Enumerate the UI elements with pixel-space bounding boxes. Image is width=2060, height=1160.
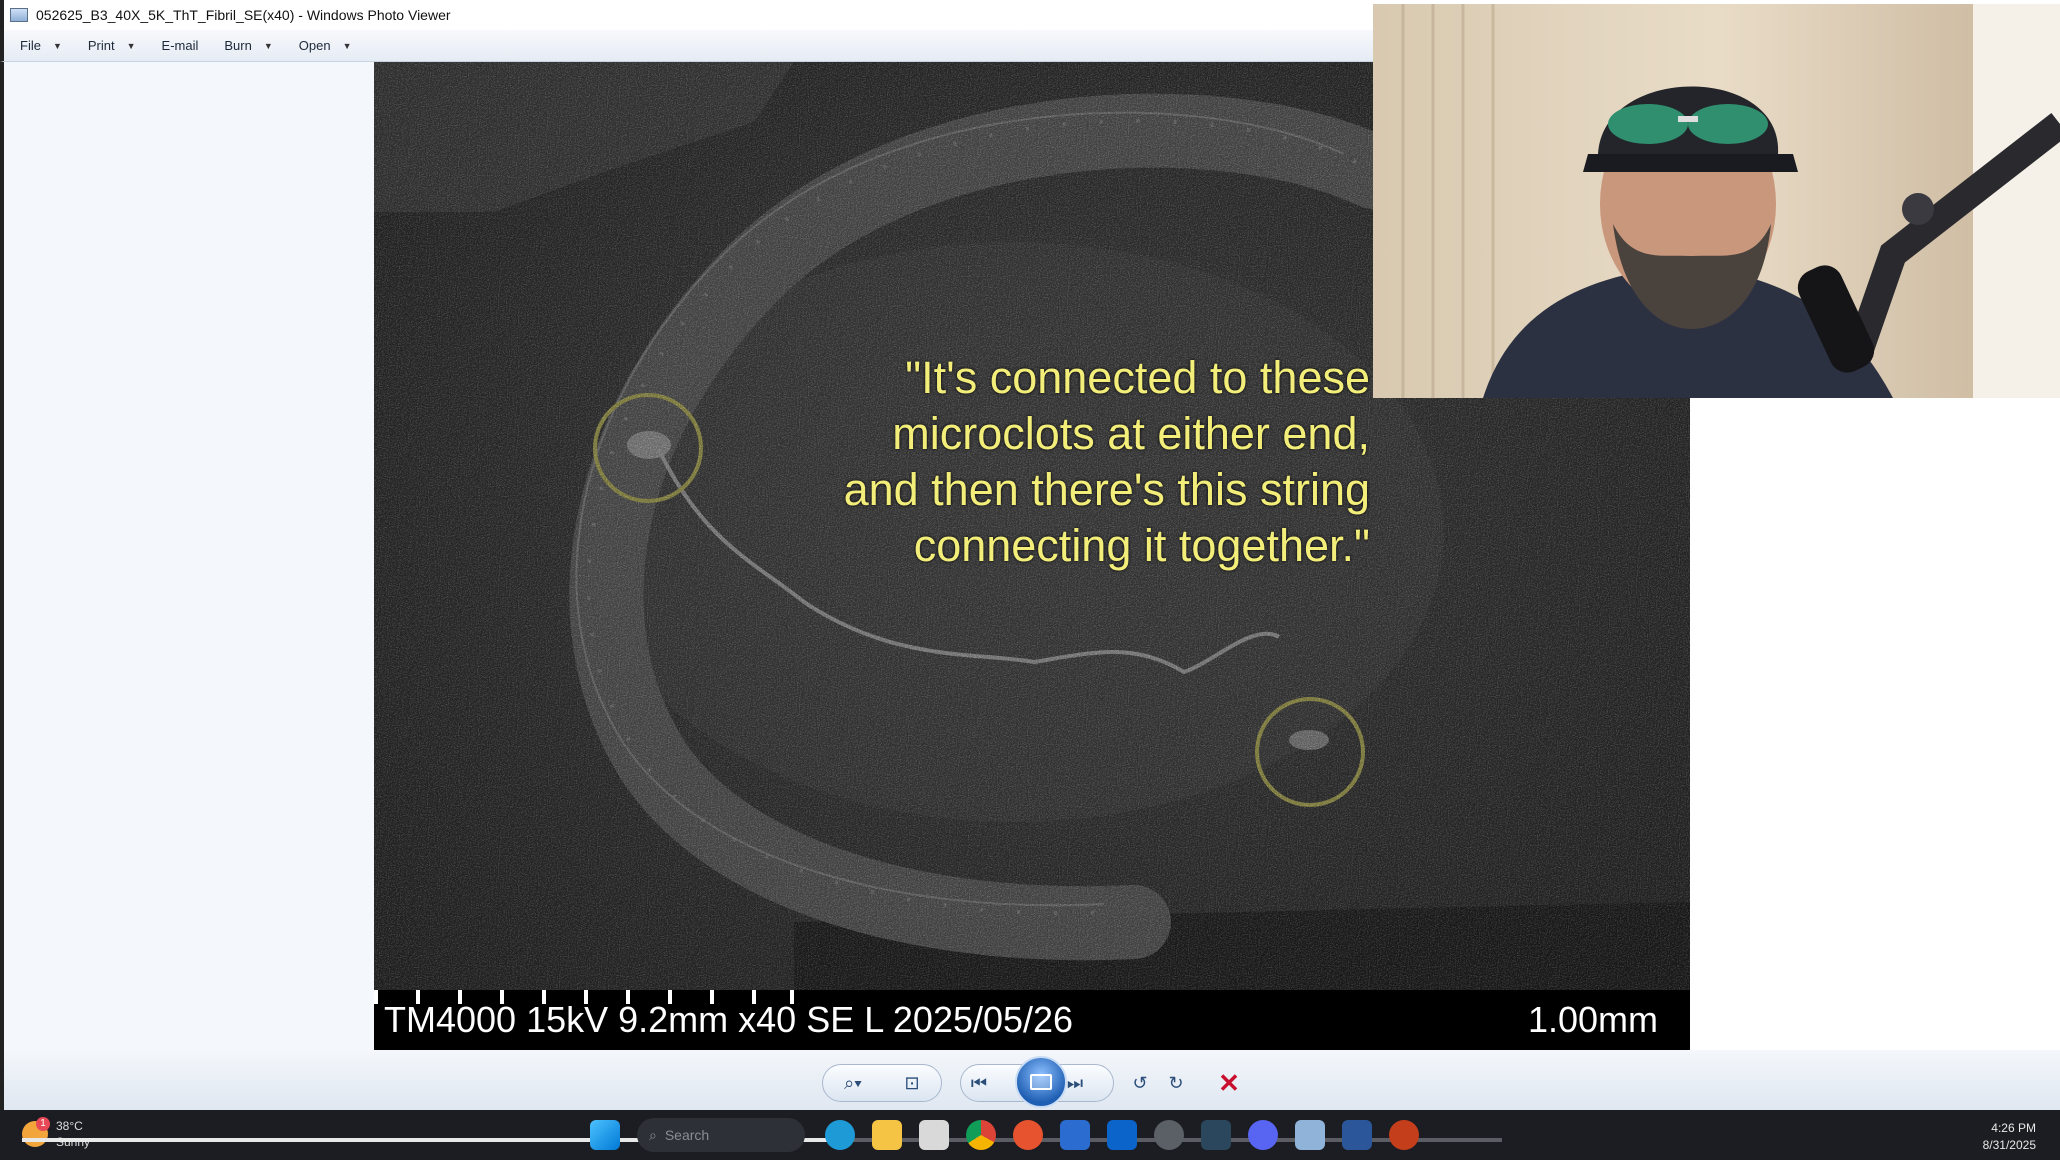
quote-line: microclots at either end,: [892, 408, 1370, 459]
menu-file-label: File: [20, 38, 41, 53]
menu-email[interactable]: E-mail: [162, 38, 199, 53]
settings-icon[interactable]: [1154, 1120, 1184, 1150]
system-clock[interactable]: 4:26 PM 8/31/2025: [1983, 1120, 2036, 1154]
scale-bar: [374, 990, 794, 1004]
zoom-icon[interactable]: ⌕▾: [823, 1068, 883, 1098]
webcam-overlay: [1373, 4, 2060, 398]
notification-badge: 1: [36, 1117, 50, 1131]
weather-temp: 38°C: [56, 1119, 83, 1133]
powerpoint-icon[interactable]: [1389, 1120, 1419, 1150]
discord-icon[interactable]: [1248, 1120, 1278, 1150]
title-bar: 052625_B3_40X_5K_ThT_Fibril_SE(x40) - Wi…: [0, 0, 1373, 30]
weather-text: 38°C Sunny: [56, 1118, 90, 1150]
quote-line: and then there's this string: [843, 464, 1370, 515]
remote-icon[interactable]: [1060, 1120, 1090, 1150]
weather-widget[interactable]: 1 38°C Sunny: [22, 1117, 90, 1150]
outlook-icon[interactable]: [1107, 1120, 1137, 1150]
scale-label: 1.00mm: [1527, 999, 1658, 1040]
photo-viewer-icon[interactable]: [1295, 1120, 1325, 1150]
chevron-down-icon: ▼: [263, 40, 273, 51]
delete-icon[interactable]: ✕: [1214, 1068, 1244, 1098]
viewer-background-left: [0, 62, 374, 1050]
app-icon[interactable]: [1013, 1120, 1043, 1150]
start-icon[interactable]: [590, 1120, 620, 1150]
chrome-icon[interactable]: [966, 1120, 996, 1150]
menu-open[interactable]: Open ▼: [299, 38, 352, 53]
menu-file[interactable]: File ▼: [20, 38, 62, 53]
actual-size-icon[interactable]: ⊡: [883, 1068, 941, 1098]
slideshow-glyph: [1030, 1074, 1052, 1090]
menu-burn[interactable]: Burn ▼: [224, 38, 272, 53]
menu-print[interactable]: Print ▼: [88, 38, 136, 53]
webcam-video-graphic: [1373, 4, 2060, 398]
menu-bar: File ▼ Print ▼ E-mail Burn ▼ Open ▼: [0, 30, 1373, 62]
sem-info-bar: TM4000 15kV 9.2mm x40 SE L 2025/05/26 1.…: [374, 990, 1690, 1050]
viewer-background-right: [1690, 398, 2060, 1050]
weather-condition: Sunny: [56, 1135, 91, 1149]
search-box[interactable]: ⌕ Search: [637, 1118, 805, 1152]
taskbar: 1 38°C Sunny ⌕ Search 4:26 PM 8/31/2025: [0, 1110, 2060, 1160]
screen: 052625_B3_40X_5K_ThT_Fibril_SE(x40) - Wi…: [0, 0, 2060, 1160]
menu-print-label: Print: [87, 38, 115, 53]
quote-line: "It's connected to these: [905, 352, 1370, 403]
taskbar-apps: ⌕ Search: [590, 1118, 1436, 1152]
window-title: 052625_B3_40X_5K_ThT_Fibril_SE(x40) - Wi…: [36, 7, 451, 23]
menu-email-label: E-mail: [161, 38, 199, 53]
quote-line: connecting it together.": [913, 520, 1370, 571]
viewer-toolbar: ⌕▾ ⊡ ⏮ ⏭ ↺ ↻ ✕: [0, 1050, 2060, 1110]
menu-open-label: Open: [298, 38, 331, 53]
chevron-down-icon: ▼: [126, 40, 136, 51]
annotation-quote: "It's connected to these microclots at e…: [730, 350, 1370, 574]
steam-icon[interactable]: [1201, 1120, 1231, 1150]
menu-burn-label: Burn: [224, 38, 252, 53]
chevron-down-icon: ▼: [52, 40, 62, 51]
rotate-ccw-icon[interactable]: ↺: [1122, 1068, 1158, 1098]
search-placeholder: Search: [664, 1127, 710, 1143]
photo-viewer-icon: [10, 8, 28, 22]
word-icon[interactable]: [1342, 1120, 1372, 1150]
clock-time: 4:26 PM: [1991, 1121, 2036, 1135]
chevron-down-icon: ▼: [342, 40, 352, 51]
file-explorer-icon[interactable]: [872, 1120, 902, 1150]
notepad-icon[interactable]: [919, 1120, 949, 1150]
slideshow-icon[interactable]: [1015, 1056, 1067, 1108]
sun-icon: 1: [22, 1117, 50, 1147]
clock-date: 8/31/2025: [1982, 1138, 2036, 1152]
search-icon: ⌕: [649, 1126, 657, 1143]
rotate-cw-icon[interactable]: ↻: [1158, 1068, 1194, 1098]
rotate-group: ↺ ↻: [1122, 1064, 1202, 1102]
zoom-group: ⌕▾ ⊡: [822, 1064, 942, 1102]
edge-icon[interactable]: [825, 1120, 855, 1150]
previous-icon[interactable]: ⏮: [961, 1068, 997, 1098]
